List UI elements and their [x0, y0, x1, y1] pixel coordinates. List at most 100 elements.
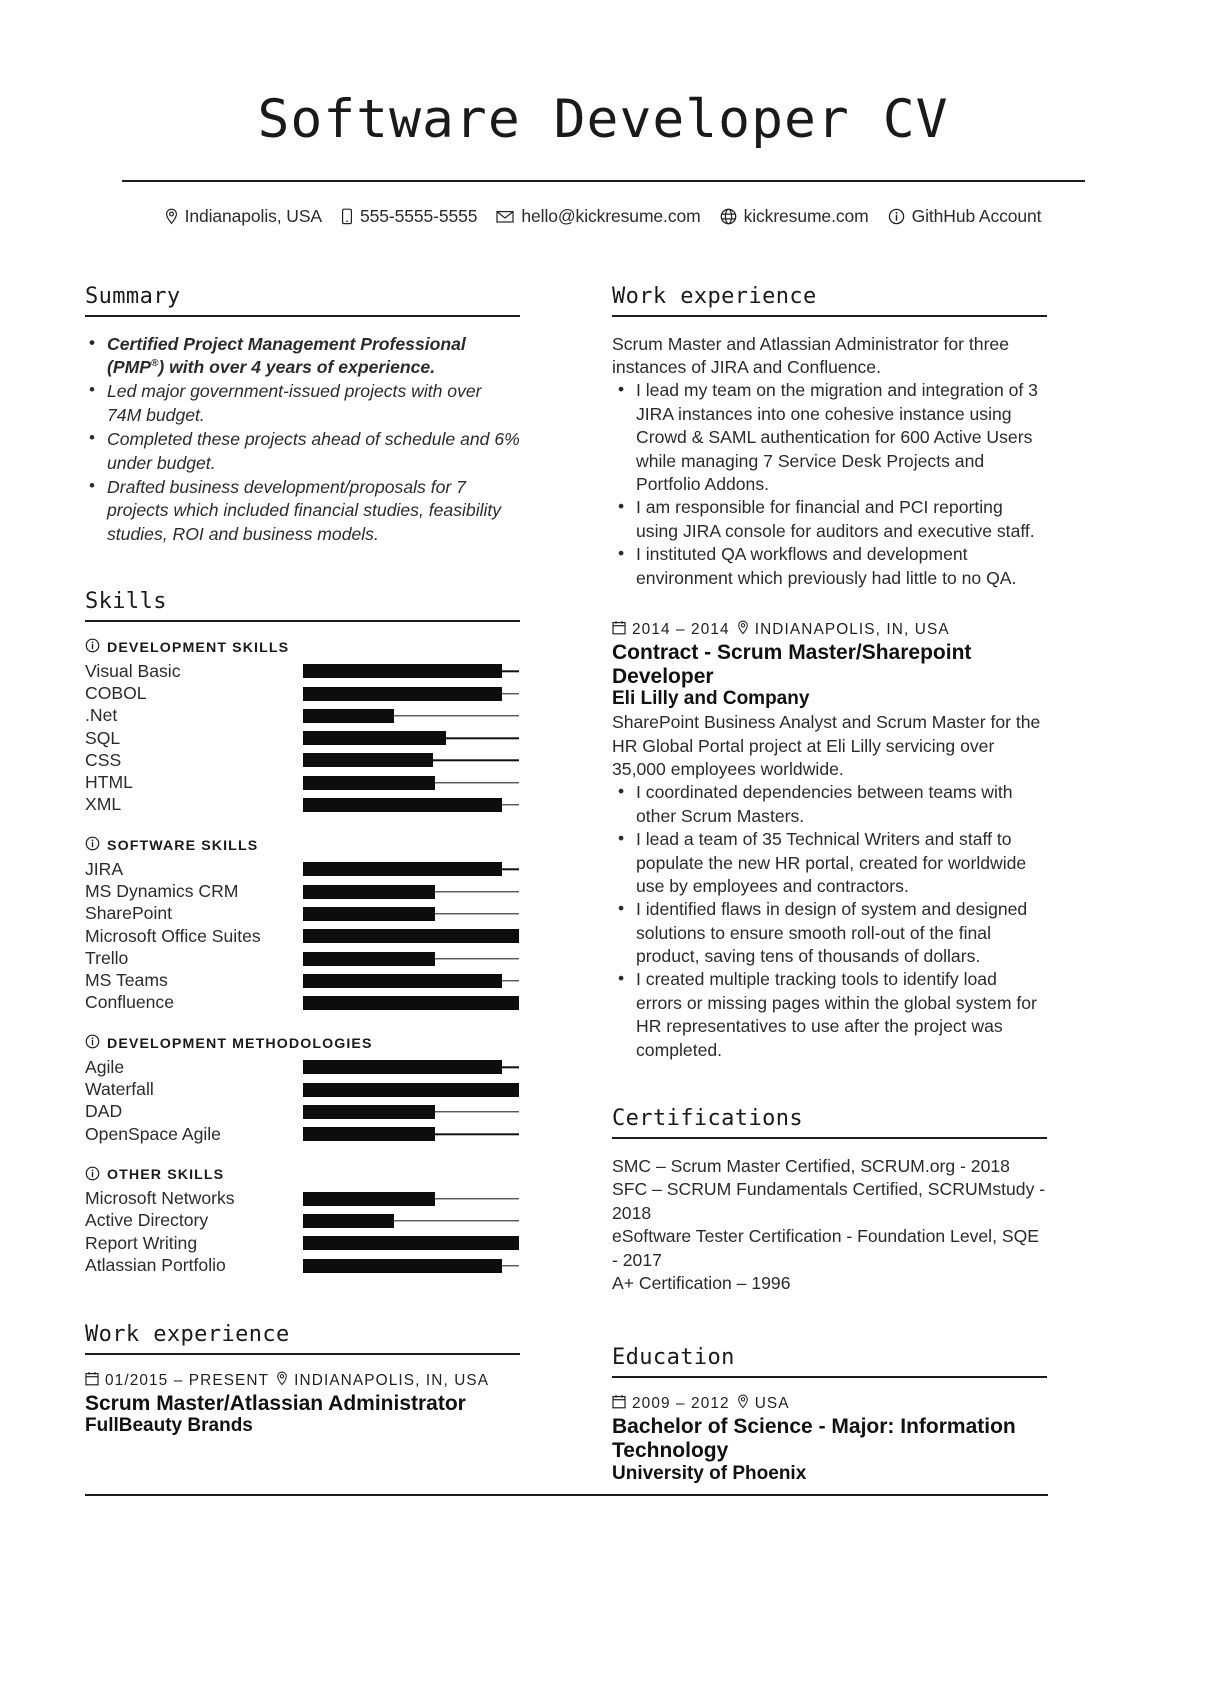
envelope-icon — [496, 208, 515, 225]
header-divider — [121, 179, 1085, 182]
skill-row: Active Directory — [85, 1210, 520, 1232]
work-left-divider — [85, 1352, 520, 1355]
section-work-right: Work experience Scrum Master and Atlassi… — [612, 284, 1047, 1062]
skill-level-fill — [303, 731, 446, 746]
cv-page: Software Developer CV Indianapolis, USA … — [0, 0, 1206, 1704]
calendar-icon — [612, 1394, 626, 1414]
contact-github[interactable]: GithHub Account — [888, 206, 1042, 227]
contact-website[interactable]: kickresume.com — [720, 206, 869, 227]
list-item: Completed these projects ahead of schedu… — [85, 427, 520, 475]
skill-level-fill — [303, 1191, 435, 1206]
section-skills: Skills DEVELOPMENT SKILLS Visual Basic COB… — [85, 589, 520, 1277]
skill-name: HTML — [85, 772, 133, 793]
skill-level-track — [303, 686, 519, 701]
skills-divider — [85, 620, 520, 623]
skill-level-track — [303, 906, 519, 921]
skill-name: Report Writing — [85, 1232, 198, 1253]
education-degree: Bachelor of Science - Major: Information… — [612, 1415, 1016, 1463]
skill-level-fill — [303, 951, 435, 966]
list-item: I coordinated dependencies between teams… — [612, 780, 1047, 828]
skill-group-title: OTHER SKILLS — [85, 1166, 520, 1185]
skills-container: DEVELOPMENT SKILLS Visual Basic COBOL .Net S… — [85, 638, 520, 1277]
skill-name: MS Teams — [85, 970, 168, 991]
skill-name: Active Directory — [85, 1210, 209, 1231]
work-left-meta: 01/2015 – PRESENT INDIANAPOLIS, IN, USA — [85, 1371, 520, 1391]
skill-name: Agile — [85, 1056, 125, 1077]
education-meta: 2009 – 2012 USA — [612, 1394, 1047, 1414]
skill-name: Trello — [85, 947, 129, 968]
certification-line: SMC – Scrum Master Certified, SCRUM.org … — [612, 1156, 1010, 1177]
location-pin-icon — [165, 208, 178, 225]
skill-row: MS Teams — [85, 970, 520, 992]
skill-level-track — [303, 1236, 519, 1251]
job2-title: Contract - Scrum Master/Sharepoint Devel… — [612, 640, 972, 688]
info-circle-icon — [888, 208, 905, 225]
list-item: I lead a team of 35 Technical Writers an… — [612, 827, 1047, 898]
section-summary: Summary Certified Project Management Pro… — [85, 284, 520, 547]
contact-location[interactable]: Indianapolis, USA — [165, 206, 322, 227]
skill-level-track — [303, 1127, 519, 1142]
skill-level-fill — [303, 1213, 394, 1228]
job1-bullet-list: I lead my team on the migration and inte… — [612, 378, 1047, 590]
skill-row: Waterfall — [85, 1079, 520, 1101]
certification-line: SFC – SCRUM Fundamentals Certified, SCRU… — [612, 1179, 1046, 1223]
skill-row: CSS — [85, 749, 520, 771]
skill-row: JIRA — [85, 858, 520, 880]
summary-divider — [85, 314, 520, 317]
work-left-date: 01/2015 – PRESENT — [105, 1371, 270, 1389]
skill-level-track — [303, 996, 519, 1011]
education-date-seg: 2009 – 2012 — [612, 1394, 730, 1414]
skill-level-track — [303, 1191, 519, 1206]
skill-level-track — [303, 862, 519, 877]
education-location: USA — [754, 1395, 790, 1413]
skill-level-track — [303, 973, 519, 988]
location-pin-icon — [276, 1371, 288, 1391]
skill-row: Microsoft Office Suites — [85, 925, 520, 947]
job2-meta: 2014 – 2014 INDIANAPOLIS, IN, USA — [612, 620, 1047, 640]
work-left-date-seg: 01/2015 – PRESENT — [85, 1371, 269, 1391]
skill-level-fill — [303, 1236, 519, 1251]
skill-level-fill — [303, 798, 502, 813]
info-circle-icon — [85, 1166, 100, 1185]
skill-level-fill — [303, 1258, 502, 1273]
skill-group: SOFTWARE SKILLS JIRA MS Dynamics CRM ShareP… — [85, 836, 520, 1014]
skill-name: Visual Basic — [85, 660, 181, 681]
list-item: I identified flaws in design of system a… — [612, 897, 1047, 968]
skill-group-label: OTHER SKILLS — [107, 1167, 225, 1183]
skill-group: DEVELOPMENT METHODOLOGIES Agile Waterfall D… — [85, 1034, 520, 1145]
work-left-heading: Work experience — [85, 1321, 290, 1347]
work-left-job-title: Scrum Master/Atlassian Administrator — [85, 1391, 466, 1415]
info-circle-icon — [85, 836, 100, 855]
right-column: Work experience Scrum Master and Atlassi… — [612, 284, 1047, 1486]
work-right-heading: Work experience — [612, 283, 817, 309]
work-left-location-seg: INDIANAPOLIS, IN, USA — [276, 1371, 489, 1391]
skill-row: Report Writing — [85, 1232, 520, 1254]
contact-email[interactable]: hello@kickresume.com — [496, 206, 701, 227]
skill-level-fill — [303, 1060, 502, 1075]
skill-row: SQL — [85, 727, 520, 749]
cv-body: Summary Certified Project Management Pro… — [0, 284, 1206, 1486]
skill-level-track — [303, 753, 519, 768]
skill-level-fill — [303, 906, 435, 921]
info-circle-icon — [85, 638, 100, 657]
skill-level-track — [303, 664, 519, 679]
skill-name: Confluence — [85, 992, 175, 1013]
cv-header: Software Developer CV Indianapolis, USA … — [0, 0, 1206, 227]
phone-icon — [341, 208, 353, 225]
contact-phone[interactable]: 555-5555-5555 — [341, 206, 478, 227]
job2-location: INDIANAPOLIS, IN, USA — [754, 620, 950, 638]
skill-level-track — [303, 731, 519, 746]
skill-name: COBOL — [85, 682, 147, 703]
skill-row: COBOL — [85, 682, 520, 704]
skill-level-track — [303, 884, 519, 899]
skill-level-track — [303, 1213, 519, 1228]
calendar-icon — [85, 1371, 99, 1391]
skill-level-fill — [303, 929, 519, 944]
certification-line: A+ Certification – 1996 — [612, 1272, 791, 1293]
skill-row: MS Dynamics CRM — [85, 881, 520, 903]
skill-level-fill — [303, 753, 433, 768]
page-title: Software Developer CV — [257, 89, 949, 150]
skill-group-label: DEVELOPMENT METHODOLOGIES — [107, 1035, 373, 1052]
skills-heading: Skills — [85, 589, 167, 615]
summary-heading: Summary — [85, 283, 181, 309]
